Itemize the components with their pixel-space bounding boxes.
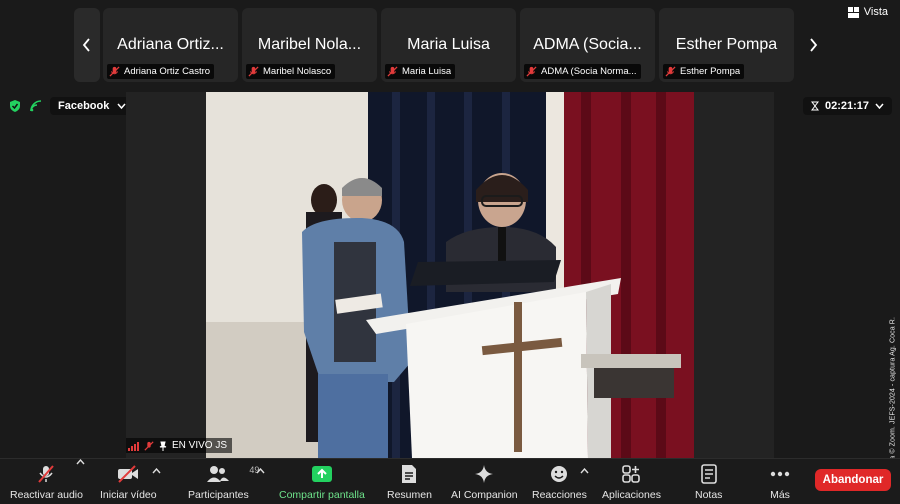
grid-view-icon [847, 6, 859, 18]
mic-muted-icon [38, 465, 55, 483]
more-dots-icon [770, 471, 790, 477]
signal-icon[interactable] [29, 99, 43, 113]
participants-button[interactable]: 49 Participantes [188, 463, 259, 501]
view-button[interactable]: Vista [847, 6, 888, 18]
mic-muted-icon [387, 66, 398, 77]
next-page-button[interactable] [800, 8, 826, 82]
participant-tile-name: Maribel Nola... [257, 36, 362, 53]
participant-tile[interactable]: Adriana Ortiz... Adriana Ortiz Castro [103, 8, 238, 82]
participant-name-label: Adriana Ortiz Castro [107, 64, 215, 79]
unmute-audio-button[interactable]: Reactivar audio [10, 463, 83, 501]
leave-meeting-button[interactable]: Abandonar [815, 469, 891, 491]
share-screen-icon [311, 466, 332, 482]
share-screen-button[interactable]: Compartir pantalla [279, 463, 365, 501]
audio-options-caret[interactable] [76, 459, 85, 465]
hourglass-icon [810, 101, 819, 111]
ai-companion-button[interactable]: AI Companion [451, 463, 518, 501]
more-button[interactable]: Más [770, 463, 790, 501]
participant-tile-name: ADMA (Socia... [533, 36, 642, 53]
sparkle-icon [475, 465, 494, 483]
notes-button[interactable]: Notas [695, 463, 722, 501]
pin-icon [159, 441, 167, 451]
chevron-right-icon [810, 38, 818, 52]
summary-button[interactable]: Resumen [387, 463, 432, 501]
start-video-button[interactable]: Iniciar vídeo [100, 463, 157, 501]
chevron-down-icon [875, 103, 884, 109]
shield-check-icon[interactable] [8, 99, 22, 113]
video-scene [206, 92, 694, 458]
participant-tile[interactable]: ADMA (Socia... ADMA (Socia Norma... [520, 8, 655, 82]
apps-button[interactable]: Aplicaciones [602, 463, 661, 501]
participant-tile-name: Adriana Ortiz... [117, 36, 224, 53]
participant-tile[interactable]: Maria Luisa Maria Luisa [381, 8, 516, 82]
mic-muted-icon [526, 66, 537, 77]
live-indicator: EN VIVO JS [126, 438, 233, 453]
participant-name-label: ADMA (Socia Norma... [524, 64, 641, 79]
summary-icon [402, 465, 417, 483]
participant-tile-name: Maria Luisa [407, 36, 490, 53]
signal-bars-icon [128, 441, 139, 451]
meeting-status: Facebook [8, 97, 135, 115]
participant-name-label: Maribel Nolasco [246, 64, 336, 79]
participants-icon [207, 466, 230, 482]
previous-page-button[interactable] [74, 8, 100, 82]
shared-video-feed[interactable] [206, 92, 694, 458]
reactions-options-caret[interactable] [580, 468, 589, 474]
meeting-timer[interactable]: 02:21:17 [802, 97, 892, 115]
video-options-caret[interactable] [152, 468, 161, 474]
meeting-toolbar: Reactivar audio Iniciar vídeo 49 Partici… [0, 458, 900, 504]
notes-icon [700, 464, 717, 484]
mic-muted-icon [248, 66, 259, 77]
mic-muted-icon [109, 66, 120, 77]
camera-off-icon [118, 465, 139, 483]
participant-name-label: Esther Pompa [663, 64, 745, 79]
participant-tile-name: Esther Pompa [675, 36, 778, 53]
chevron-down-icon [117, 103, 126, 109]
participants-options-caret[interactable] [256, 468, 265, 474]
participant-name-label: Maria Luisa [385, 64, 456, 79]
mic-muted-icon [665, 66, 676, 77]
apps-icon [622, 465, 641, 483]
mic-muted-icon [144, 440, 154, 451]
participant-strip: Adriana Ortiz... Adriana Ortiz Castro Ma… [0, 0, 900, 90]
reactions-button[interactable]: Reacciones [532, 463, 587, 501]
livestream-platform-dropdown[interactable]: Facebook [50, 97, 135, 115]
smiley-icon [551, 466, 568, 482]
participant-tile[interactable]: Maribel Nola... Maribel Nolasco [242, 8, 377, 82]
chevron-left-icon [82, 38, 90, 52]
participant-tile[interactable]: Esther Pompa Esther Pompa [659, 8, 794, 82]
